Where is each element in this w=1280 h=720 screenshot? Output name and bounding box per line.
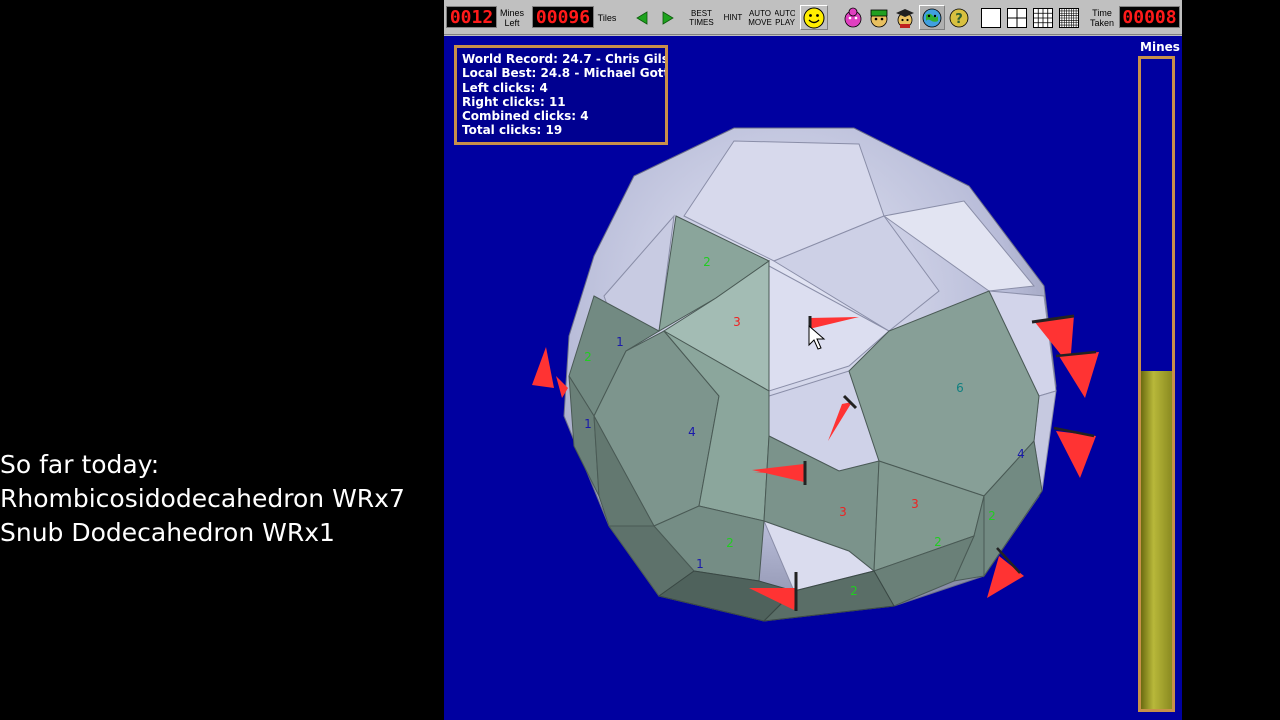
tiles-counter: 00096 <box>532 6 594 28</box>
tile-number: 3 <box>839 505 847 519</box>
left-clicks-text: Left clicks: 4 <box>462 80 548 95</box>
player-globe-icon <box>922 8 942 27</box>
3d-game-board[interactable]: 2 3 1 2 1 4 6 4 3 3 2 2 2 1 2 World Record: 24.7 - Chr… <box>444 36 1138 720</box>
hint-button[interactable]: HINT <box>721 5 745 30</box>
view-16-button[interactable] <box>1031 5 1055 30</box>
previous-button[interactable] <box>630 5 654 30</box>
tiles-label: Tiles <box>597 13 617 23</box>
grid-16-icon <box>1033 7 1053 28</box>
player-green-button[interactable] <box>867 5 891 30</box>
auto-play-button[interactable]: AUTO PLAY <box>775 5 795 30</box>
view-4-button[interactable] <box>1005 5 1029 30</box>
notes-line-2: Rhombicosidodecahedron WRx7 <box>0 484 405 513</box>
left-arrow-icon <box>636 10 648 25</box>
new-game-button[interactable] <box>800 5 828 30</box>
mines-panel-label: Mines <box>1140 40 1180 54</box>
grid-1-icon <box>981 7 1001 28</box>
tile-number: 1 <box>696 557 704 571</box>
tile-number: 2 <box>703 255 711 269</box>
flag[interactable] <box>1055 350 1099 398</box>
total-clicks-text: Total clicks: 19 <box>462 123 563 138</box>
svg-text:?: ? <box>955 12 963 27</box>
tile-number: 3 <box>911 497 919 511</box>
player-pink-icon <box>844 7 862 27</box>
tile-number: 2 <box>988 509 996 523</box>
tile-number: 2 <box>934 535 942 549</box>
right-clicks-text: Right clicks: 11 <box>462 94 566 109</box>
tile-number: 6 <box>956 381 964 395</box>
mines-left-counter: 0012 <box>446 6 497 28</box>
stats-panel: World Record: 24.7 - Chris Gilsdorf Loca… <box>454 45 668 145</box>
mines-progress-bar <box>1138 56 1175 712</box>
world-record-text: World Record: 24.7 - Chris Gilsdorf <box>462 52 665 66</box>
player-question-icon: ? <box>949 8 969 27</box>
mines-panel: Mines <box>1138 36 1182 720</box>
grid-4-icon <box>1007 7 1027 28</box>
player-green-icon <box>870 9 888 27</box>
notes-line-1: So far today: <box>0 450 160 479</box>
tile-number: 3 <box>733 315 741 329</box>
time-taken-label: Time Taken <box>1089 8 1115 28</box>
tile-number: 1 <box>616 335 624 349</box>
player-graduate-button[interactable] <box>893 5 917 30</box>
tile-number: 4 <box>1017 447 1025 461</box>
player-pink-button[interactable] <box>841 5 865 30</box>
time-taken-counter: 00008 <box>1119 6 1180 28</box>
flag[interactable] <box>1053 426 1096 478</box>
player-question-button[interactable]: ? <box>947 5 971 30</box>
tile-number: 1 <box>584 417 592 431</box>
next-button[interactable] <box>656 5 680 30</box>
combined-clicks-text: Combined clicks: 4 <box>462 109 589 124</box>
mines-progress-fill <box>1141 371 1172 709</box>
view-64-button[interactable] <box>1057 5 1081 30</box>
player-globe-button[interactable] <box>919 5 945 30</box>
session-notes: So far today: Rhombicosidodecahedron WRx… <box>0 448 405 550</box>
auto-move-button[interactable]: AUTO MOVE <box>747 5 773 30</box>
player-graduate-icon <box>896 8 914 28</box>
toolbar: 0012 Mines Left 00096 Tiles BEST TIMES H… <box>444 0 1182 35</box>
right-arrow-icon <box>662 10 674 25</box>
tile-number: 2 <box>726 536 734 550</box>
tile-number: 4 <box>688 425 696 439</box>
flag[interactable] <box>532 347 568 398</box>
tile-number: 2 <box>584 350 592 364</box>
view-1-button[interactable] <box>979 5 1003 30</box>
tile-number: 2 <box>850 584 858 598</box>
mines-left-label: Mines Left <box>499 8 524 28</box>
grid-64-icon <box>1059 7 1079 28</box>
best-times-button[interactable]: BEST TIMES <box>688 5 715 30</box>
notes-line-3: Snub Dodecahedron WRx1 <box>0 518 335 547</box>
local-best-text: Local Best: 24.8 - Michael Gottlieb <box>462 66 665 81</box>
smiley-icon <box>803 7 825 28</box>
game-window: 0012 Mines Left 00096 Tiles BEST TIMES H… <box>444 0 1182 720</box>
